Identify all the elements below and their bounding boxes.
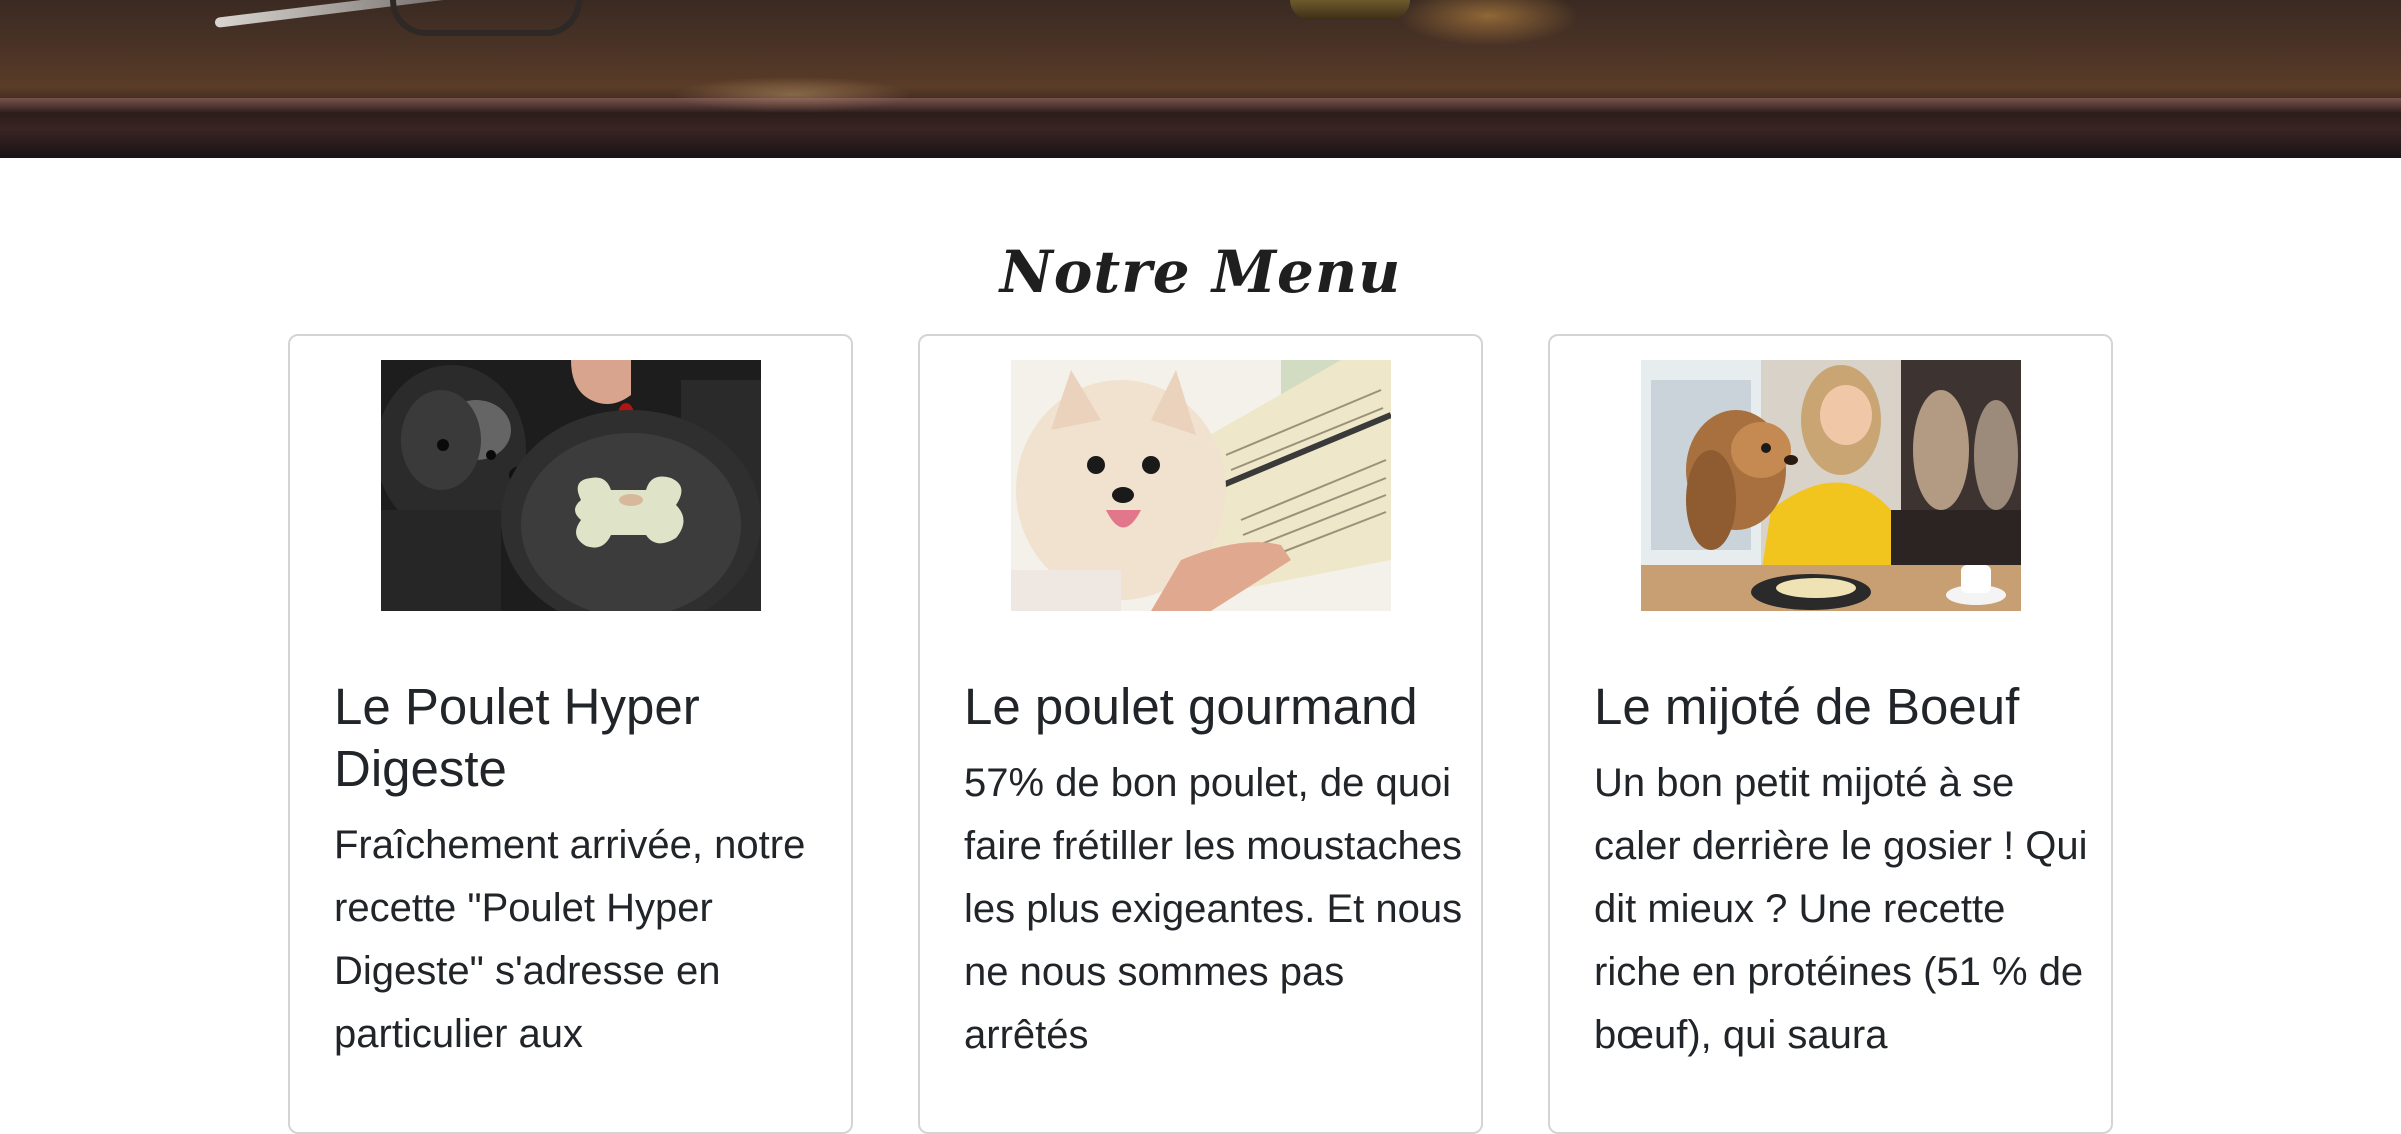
menu-card-poulet-gourmand[interactable]: Le poulet gourmand 57% de bon poulet, de… xyxy=(918,334,1483,1134)
card-title: Le poulet gourmand xyxy=(964,678,1418,735)
table-edge xyxy=(0,98,2401,112)
section-title: Notre Menu xyxy=(999,238,1402,306)
dog-reading-menu-image xyxy=(1011,360,1391,611)
card-body: Le mijoté de Boeuf Un bon petit mijoté à… xyxy=(1594,676,2094,1067)
card-title: Le mijoté de Boeuf xyxy=(1594,678,2020,735)
card-body: Le poulet gourmand 57% de bon poulet, de… xyxy=(964,676,1464,1067)
dog-at-restaurant-image xyxy=(1641,360,2021,611)
card-body: Le Poulet Hyper Digeste Fraîchement arri… xyxy=(334,676,834,1066)
card-text: Un bon petit mijoté à se caler derrière … xyxy=(1594,761,2088,1057)
hero-banner-image xyxy=(0,0,2401,158)
card-title: Le Poulet Hyper Digeste xyxy=(334,678,700,797)
menu-card-poulet-hyper-digeste[interactable]: Le Poulet Hyper Digeste Fraîchement arri… xyxy=(288,334,853,1134)
glass-icon xyxy=(1290,0,1410,20)
card-text: Fraîchement arrivée, notre recette "Poul… xyxy=(334,823,806,1056)
menu-card-mijote-de-boeuf[interactable]: Le mijoté de Boeuf Un bon petit mijoté à… xyxy=(1548,334,2113,1134)
dog-with-bowl-image xyxy=(381,360,761,611)
utensil-handle-shape xyxy=(390,0,582,36)
card-text: 57% de bon poulet, de quoi faire frétill… xyxy=(964,761,1463,1057)
